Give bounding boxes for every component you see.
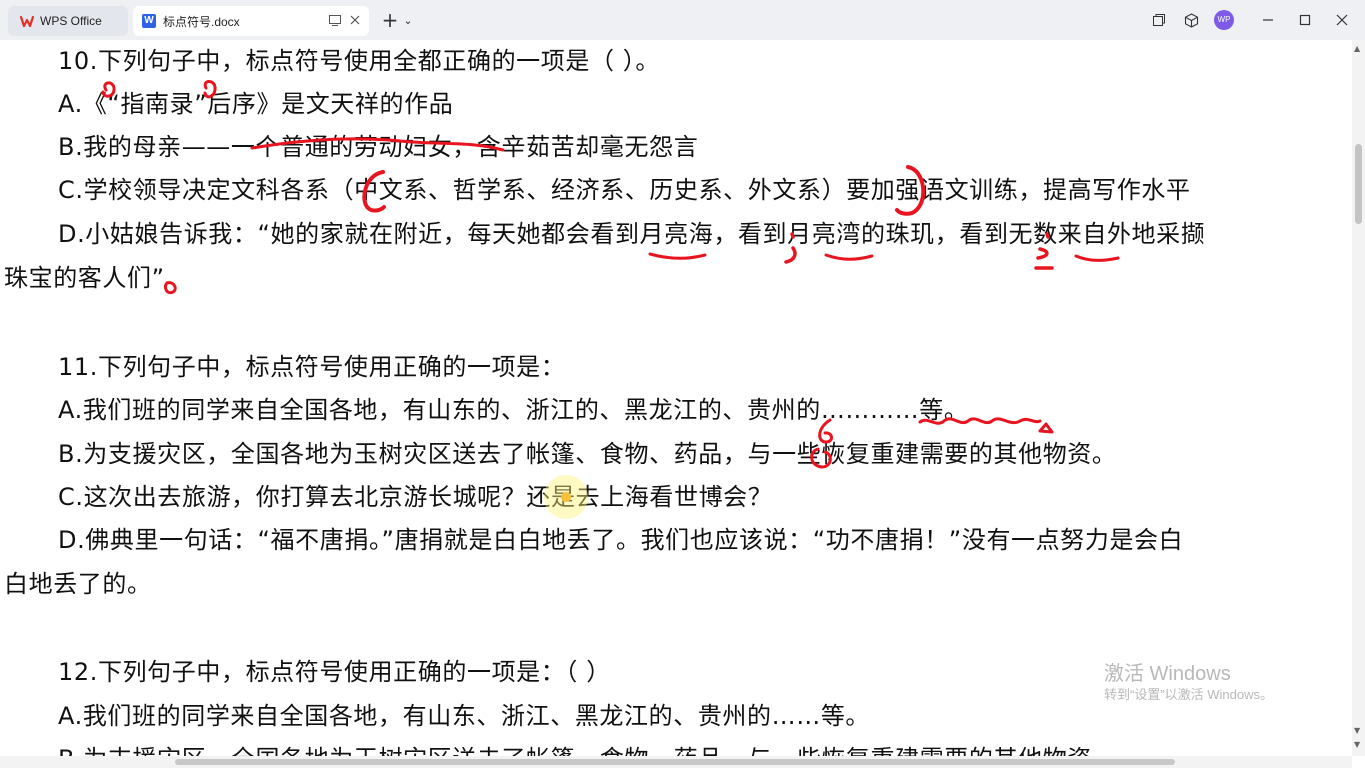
title-bar: WPS Office W 标点符号.docx + ⌄ WP <box>0 0 1365 41</box>
new-tab-button[interactable]: + <box>381 8 399 32</box>
close-tab-icon[interactable] <box>350 15 360 27</box>
tab-label: WPS Office <box>40 14 102 28</box>
q11-option-c: C.这次出去旅游，你打算去北京游长城呢？还是去上海看世博会？ <box>58 483 773 511</box>
q10-option-a: A.《“指南录”后序》是文天祥的作品 <box>58 90 454 118</box>
tab-label: 标点符号.docx <box>163 14 240 29</box>
maximize-icon[interactable] <box>1296 11 1314 29</box>
cube-3d-icon[interactable] <box>1182 11 1200 29</box>
q10-stem: 10.下列句子中，标点符号使用全都正确的一项是（ ）。 <box>58 47 660 75</box>
minimize-icon[interactable] <box>1259 11 1277 29</box>
q11-option-d-cont: 白地丢了的。 <box>4 570 152 598</box>
close-window-icon[interactable] <box>1333 11 1351 29</box>
q11-option-b: B.为支援灾区，全国各地为玉树灾区送去了帐篷、食物、药品，与一些恢复重建需要的其… <box>58 440 1117 468</box>
wps-logo-icon <box>19 14 35 28</box>
page-down-icon[interactable]: ▼ <box>1354 726 1360 735</box>
q12-stem: 12.下列句子中，标点符号使用正确的一项是：（ ） <box>58 658 611 686</box>
scroll-down-icon[interactable]: ▼ <box>1354 740 1360 749</box>
word-doc-icon: W <box>142 14 156 28</box>
new-tab-menu-chevron-icon[interactable]: ⌄ <box>399 11 417 29</box>
window-preview-icon[interactable] <box>329 15 341 28</box>
q10-option-d: D.小姑娘告诉我：“她的家就在附近，每天她都会看到月亮海，看到月亮湾的珠玑，看到… <box>58 220 1206 248</box>
q12-option-b-partial: B.为支援灾区，全国各地为玉树灾区送去了帐篷、食物、药品，与一些恢复重建需要的其… <box>58 745 1092 756</box>
q11-stem: 11.下列句子中，标点符号使用正确的一项是： <box>58 353 566 381</box>
tab-wps-office[interactable]: WPS Office <box>8 6 128 36</box>
document-page[interactable]: 10.下列句子中，标点符号使用全都正确的一项是（ ）。 A.《“指南录”后序》是… <box>0 40 1352 756</box>
window-layout-icon[interactable] <box>1150 11 1168 29</box>
vertical-scrollbar[interactable]: ▲ ▼ ▼ <box>1352 40 1365 756</box>
tab-document[interactable]: W 标点符号.docx <box>133 6 369 36</box>
q10-option-b: B.我的母亲——一个普通的劳动妇女，含辛茹苦却毫无怨言 <box>58 133 699 161</box>
q12-option-a: A.我们班的同学来自全国各地，有山东、浙江、黑龙江的、贵州的……等。 <box>58 702 871 730</box>
q10-option-c: C.学校领导决定文科各系（中文系、哲学系、经济系、历史系、外文系）要加强语文训练… <box>58 176 1191 204</box>
q11-option-a: A.我们班的同学来自全国各地，有山东的、浙江的、黑龙江的、贵州的…………等。 <box>58 396 969 424</box>
q11-option-d: D.佛典里一句话：“福不唐捐。”唐捐就是白白地丢了。我们也应该说：“功不唐捐！”… <box>58 526 1184 554</box>
q10-option-d-cont: 珠宝的客人们” <box>4 264 165 292</box>
vertical-scroll-thumb[interactable] <box>1355 144 1362 224</box>
scroll-up-icon[interactable]: ▲ <box>1354 44 1360 53</box>
user-avatar[interactable]: WP <box>1214 10 1234 30</box>
activation-watermark-subtitle: 转到“设置”以激活 Windows。 <box>1104 687 1274 702</box>
horizontal-scroll-thumb[interactable] <box>175 759 1175 765</box>
activation-watermark-title: 激活 Windows <box>1104 663 1231 685</box>
horizontal-scrollbar[interactable] <box>0 756 1352 768</box>
